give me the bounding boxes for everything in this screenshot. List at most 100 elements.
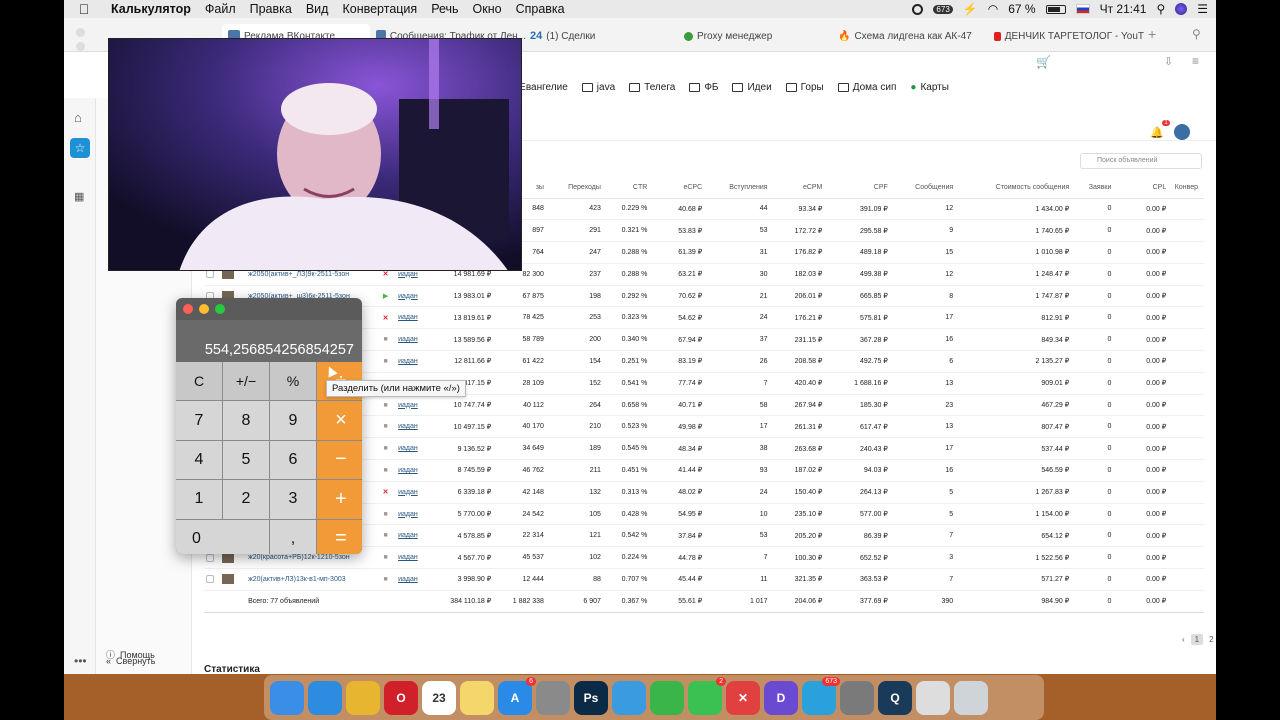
- opera-icon[interactable]: O: [384, 680, 418, 715]
- record-icon[interactable]: [912, 3, 924, 15]
- bookmark-ideas[interactable]: Идеи: [732, 82, 772, 93]
- decimal-key[interactable]: ,: [270, 519, 316, 554]
- zoom-button[interactable]: [215, 304, 225, 314]
- ad-owner[interactable]: иадан: [398, 394, 437, 417]
- status-paused-icon[interactable]: ■: [379, 328, 399, 352]
- ad-owner[interactable]: иадан: [398, 328, 437, 352]
- menu-app-name[interactable]: Калькулятор: [104, 2, 198, 16]
- search-tabs-icon[interactable]: ⚲: [1192, 27, 1201, 41]
- ad-owner[interactable]: иадан: [398, 503, 437, 526]
- window-min-dot[interactable]: [76, 42, 85, 51]
- settings-icon[interactable]: [536, 680, 570, 715]
- photoshop-icon[interactable]: Ps: [574, 680, 608, 715]
- sign-key[interactable]: +/−: [223, 362, 269, 401]
- status-paused-icon[interactable]: ■: [379, 415, 399, 439]
- minimize-button[interactable]: [199, 304, 209, 314]
- safari-icon[interactable]: [308, 680, 342, 715]
- favorites-icon[interactable]: ☆: [70, 138, 90, 158]
- col-cpf[interactable]: CPF: [828, 178, 894, 199]
- ad-owner[interactable]: иадан: [398, 415, 437, 439]
- battery-icon[interactable]: [1045, 4, 1066, 14]
- bookmark-maps[interactable]: ● Карты: [910, 82, 949, 93]
- menu-convert[interactable]: Конвертация: [335, 2, 424, 16]
- col-joins[interactable]: Вступления: [708, 178, 774, 199]
- checkbox[interactable]: [206, 553, 215, 562]
- ad-owner[interactable]: иадан: [398, 546, 437, 570]
- bookmark-java[interactable]: java: [581, 82, 615, 93]
- clock[interactable]: Чт 21:41: [1100, 2, 1147, 16]
- status-paused-icon[interactable]: ■: [379, 546, 399, 570]
- bookmark-fb[interactable]: ФБ: [689, 82, 718, 93]
- status-paused-icon[interactable]: ■: [379, 459, 399, 482]
- status-paused-icon[interactable]: ■: [379, 394, 399, 417]
- evernote-icon[interactable]: [650, 680, 684, 715]
- apps-icon[interactable]: ▦: [74, 190, 84, 203]
- telegram-icon[interactable]: 673: [802, 676, 840, 715]
- col-conv[interactable]: Конвер: [1172, 178, 1204, 199]
- key-6[interactable]: 6: [270, 440, 316, 480]
- collapse-link[interactable]: « Свернуть: [106, 656, 156, 666]
- col-msgcost[interactable]: Стоимость сообщения: [959, 178, 1076, 199]
- col-cpl[interactable]: CPL: [1117, 178, 1173, 199]
- plus-key[interactable]: +: [317, 480, 362, 519]
- tab-leadgen[interactable]: 🔥 Схема лидгена как АК-47: [838, 24, 990, 48]
- ad-owner[interactable]: иадан: [398, 568, 437, 591]
- multiply-key[interactable]: ×: [317, 401, 362, 440]
- menu-help[interactable]: Справка: [509, 2, 572, 16]
- ad-owner[interactable]: иадан: [398, 459, 437, 482]
- key-2[interactable]: 2: [223, 480, 269, 519]
- col-ecpc[interactable]: eCPC: [653, 178, 709, 199]
- cart-icon[interactable]: 🛒: [1036, 55, 1051, 69]
- row-select[interactable]: [204, 568, 245, 591]
- tab-proxy[interactable]: Proxy менеджер: [684, 24, 834, 48]
- download-icon[interactable]: ⇩: [1164, 55, 1173, 68]
- bookmark-mountains[interactable]: Горы: [785, 82, 824, 93]
- ad-owner[interactable]: иадан: [398, 437, 437, 461]
- table-row[interactable]: ж20(актив+ЛЗ)13к-в1-мп-3003 ■ иадан 3 998.9…: [204, 568, 1204, 591]
- preview-icon[interactable]: [916, 680, 950, 715]
- apple-menu-icon[interactable]: : [64, 1, 104, 17]
- col-leads[interactable]: Заявки: [1075, 178, 1118, 199]
- percent-key[interactable]: %: [270, 362, 316, 401]
- key-4[interactable]: 4: [176, 440, 222, 480]
- avatar[interactable]: [1174, 124, 1190, 140]
- key-5[interactable]: 5: [223, 440, 269, 480]
- notifications-icon[interactable]: 🔔 1: [1150, 120, 1170, 139]
- siri-icon[interactable]: [1175, 3, 1188, 15]
- appstore-icon[interactable]: A6: [498, 676, 536, 715]
- menu-window[interactable]: Окно: [466, 2, 509, 16]
- window-close-dot[interactable]: [76, 28, 85, 37]
- prev-page-icon[interactable]: ‹: [1182, 635, 1185, 644]
- status-paused-icon[interactable]: ■: [379, 350, 399, 373]
- ad-owner[interactable]: иадан: [398, 481, 437, 504]
- chrome-icon[interactable]: [346, 680, 380, 715]
- flag-ru-icon[interactable]: [1075, 4, 1090, 14]
- quicktime-icon[interactable]: Q: [878, 680, 912, 715]
- ad-owner[interactable]: иадан: [398, 285, 437, 308]
- more-icon[interactable]: •••: [74, 654, 87, 668]
- tab-youtube[interactable]: ДЕНЧИК ТАРГЕТОЛОГ - YouT: [994, 24, 1144, 48]
- tab-deals[interactable]: 24 (1) Сделки: [530, 24, 680, 48]
- status-paused-icon[interactable]: ■: [379, 437, 399, 461]
- calculator-icon[interactable]: [840, 680, 874, 715]
- status-paused-icon[interactable]: ■: [379, 503, 399, 526]
- menu-speech[interactable]: Речь: [424, 2, 465, 16]
- status-paused-icon[interactable]: ■: [379, 568, 399, 591]
- dashlane-icon[interactable]: D: [764, 680, 798, 715]
- finder-icon[interactable]: [270, 680, 304, 715]
- menu-file[interactable]: Файл: [198, 2, 243, 16]
- checkbox[interactable]: [206, 575, 215, 584]
- menu-icon[interactable]: ≡: [1192, 54, 1199, 68]
- mindmap-icon[interactable]: [612, 680, 646, 715]
- notification-count-icon[interactable]: 673: [933, 4, 953, 14]
- close-button[interactable]: [183, 304, 193, 314]
- xmind-icon[interactable]: ✕: [726, 680, 760, 715]
- col-msgs[interactable]: Сообщения: [893, 178, 960, 199]
- menu-view[interactable]: Вид: [299, 2, 336, 16]
- bolt-icon[interactable]: ⚡: [963, 2, 978, 16]
- bookmark-telega[interactable]: Телега: [629, 82, 675, 93]
- key-9[interactable]: 9: [270, 401, 316, 440]
- key-7[interactable]: 7: [176, 401, 222, 440]
- key-1[interactable]: 1: [176, 480, 222, 519]
- clear-key[interactable]: C: [176, 362, 222, 401]
